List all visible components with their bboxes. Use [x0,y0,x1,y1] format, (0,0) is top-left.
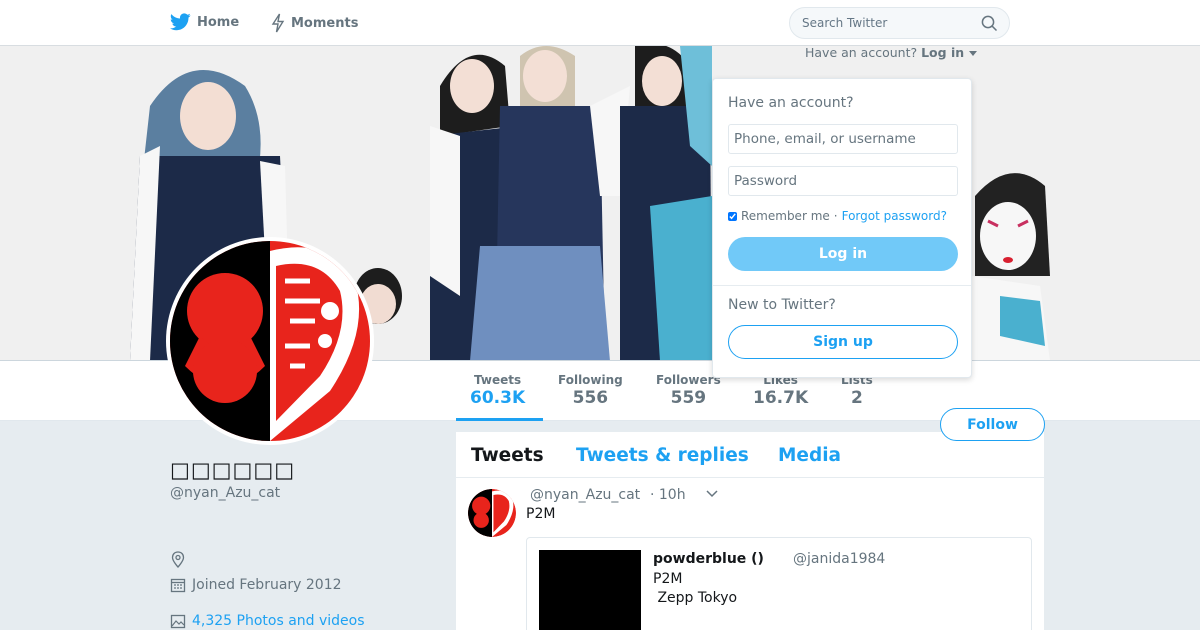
stat-label: Following [558,373,623,387]
stat-value: 559 [670,388,707,408]
joined-date: Joined February 2012 [192,577,342,593]
twitter-bird-icon [170,13,191,31]
stat-value: 16.7K [753,388,809,408]
tab-tweets[interactable]: Tweets [471,445,544,466]
stat-value: 2 [850,388,863,408]
tweet-author-handle[interactable]: @nyan_Azu_cat [530,487,640,503]
stat-likes[interactable]: Likes 16.7K [753,373,808,408]
caret-down-icon [968,51,977,56]
stat-followers[interactable]: Followers 559 [656,373,721,408]
remember-row: Remember me · Forgot password? [728,209,947,223]
tweet-avatar-logo [468,489,516,537]
have-account-prompt: Have an account? Log in [805,45,977,60]
login-link-label: Log in [921,45,965,60]
signup-button[interactable]: Sign up [728,325,958,359]
profile-avatar[interactable] [166,237,374,445]
dropdown-divider [713,285,971,286]
timeline: Tweets Tweets & replies Media @nyan_Azu_… [456,432,1044,630]
quote-author-name: powderblue () [653,551,764,567]
chevron-down-icon[interactable] [706,490,718,498]
search-icon[interactable] [981,15,998,32]
have-account-text: Have an account? [805,45,918,60]
quote-media-thumbnail[interactable] [539,550,641,630]
quote-author-handle: @janida1984 [793,551,886,567]
search-box [789,7,1010,39]
nav-moments[interactable]: Moments [271,13,358,33]
avatar-logo [170,241,370,441]
stat-label: Tweets [474,373,522,387]
location-row [170,551,192,568]
tab-tweets-replies[interactable]: Tweets & replies [576,445,749,466]
login-button[interactable]: Log in [728,237,958,271]
remember-checkbox[interactable] [728,211,737,221]
stat-label: Followers [656,373,721,387]
photos-videos-link[interactable]: 4,325 Photos and videos [192,613,365,629]
dropdown-title: Have an account? [728,95,854,111]
stat-value: 60.3K [470,388,526,408]
calendar-icon [170,578,186,593]
tweet-text: P2M [526,506,556,522]
login-dropdown: Have an account? Remember me · Forgot pa… [712,78,972,378]
forgot-password-link[interactable]: Forgot password? [842,209,947,223]
joined-row: Joined February 2012 [170,577,342,593]
password-field[interactable] [728,166,958,196]
stat-following[interactable]: Following 556 [558,373,623,408]
photo-icon [170,614,186,629]
remember-label: Remember me [741,209,830,223]
follow-button[interactable]: Follow [940,408,1045,441]
active-stat-underline [456,418,543,421]
new-to-twitter-text: New to Twitter? [728,297,836,313]
stat-tweets[interactable]: Tweets 60.3K [470,373,525,408]
username-field[interactable] [728,124,958,154]
nav-home-label: Home [197,14,240,30]
profile-handle: @nyan_Azu_cat [170,485,281,501]
top-nav: Home Moments [0,0,1200,46]
stat-value: 556 [572,388,609,408]
stat-lists[interactable]: Lists 2 [841,373,873,408]
photos-row: 4,325 Photos and videos [170,613,365,629]
display-name: □□□□□□ [170,458,296,482]
quote-text-line: Zepp Tokyo [653,590,738,606]
quoted-tweet[interactable]: powderblue () @janida1984 P2M Zepp Tokyo [526,537,1032,630]
tweet-timestamp[interactable]: · 10h [650,487,686,503]
tab-media[interactable]: Media [778,445,841,466]
lightning-icon [271,13,285,33]
nav-moments-label: Moments [291,15,359,31]
quote-text-line: P2M [653,571,683,587]
login-link[interactable]: Log in [921,45,977,60]
tweet-avatar[interactable] [468,489,516,537]
nav-home[interactable]: Home [170,13,239,31]
location-pin-icon [171,551,185,568]
separator-dot: · [833,209,838,223]
search-input[interactable] [802,8,972,38]
